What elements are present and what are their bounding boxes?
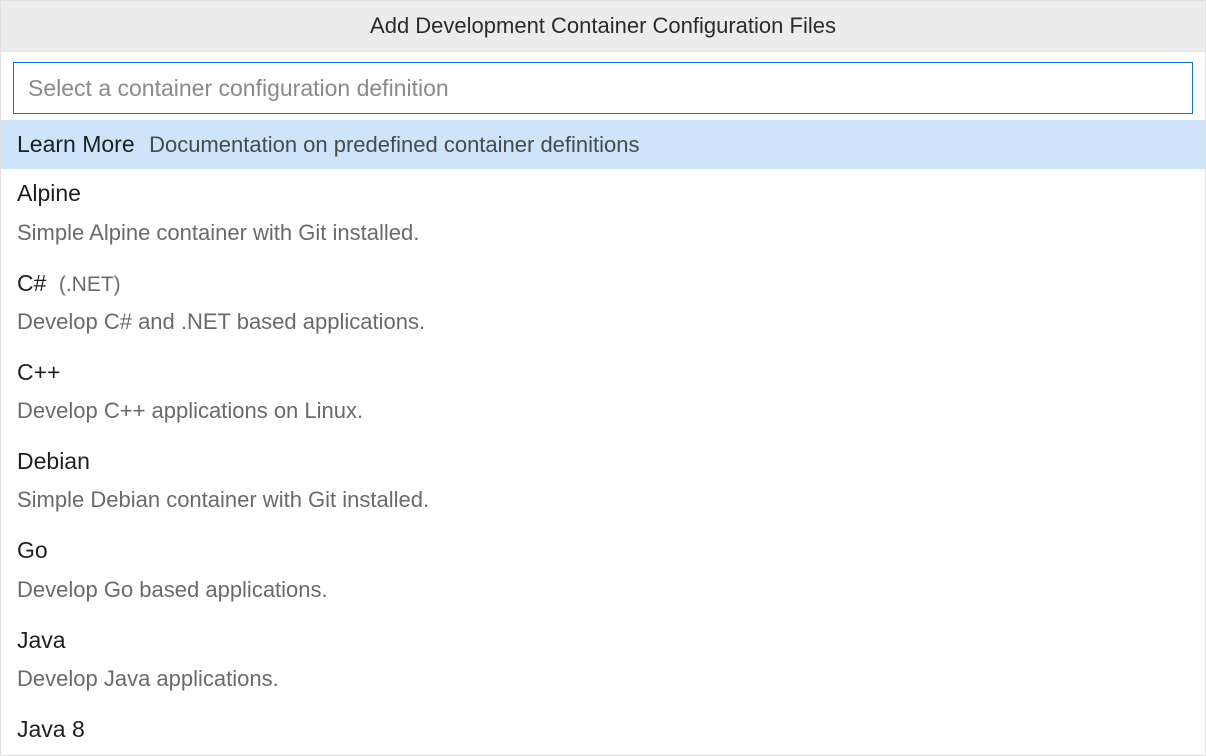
list-item-desc: Develop C++ applications on Linux. [17,395,1189,427]
list-item-learn-more[interactable]: Learn More Documentation on predefined c… [1,120,1205,169]
list-item-desc: Develop Java applications. [17,663,1189,695]
search-input[interactable] [13,62,1193,114]
list-item-title: Java 8 [17,716,85,742]
list-item-title: Alpine [17,180,81,206]
list-item-cpp[interactable]: C++ Develop C++ applications on Linux. [1,348,1205,437]
list-item-title: C# [17,270,46,296]
list-item-title: C++ [17,359,60,385]
list-item-title: Go [17,537,48,563]
list-item-desc: Documentation on predefined container de… [149,132,639,157]
list-item-go[interactable]: Go Develop Go based applications. [1,526,1205,615]
list-item-title: Debian [17,448,90,474]
list-item-debian[interactable]: Debian Simple Debian container with Git … [1,437,1205,526]
panel-title: Add Development Container Configuration … [1,1,1205,52]
quick-pick-panel: Add Development Container Configuration … [0,0,1206,756]
definition-list: Learn More Documentation on predefined c… [1,120,1205,755]
list-item-desc: Develop C# and .NET based applications. [17,306,1189,338]
list-item-title: Learn More [17,131,135,157]
list-item-title: Java [17,627,66,653]
list-item-java[interactable]: Java Develop Java applications. [1,616,1205,705]
list-item-csharp[interactable]: C# (.NET) Develop C# and .NET based appl… [1,259,1205,348]
search-wrapper [1,52,1205,120]
list-item-tag: (.NET) [59,273,121,296]
list-item-desc: Simple Debian container with Git install… [17,484,1189,516]
list-item-desc: Develop Go based applications. [17,574,1189,606]
list-item-alpine[interactable]: Alpine Simple Alpine container with Git … [1,169,1205,258]
list-item-java-8[interactable]: Java 8 [1,705,1205,754]
list-item-desc: Simple Alpine container with Git install… [17,217,1189,249]
